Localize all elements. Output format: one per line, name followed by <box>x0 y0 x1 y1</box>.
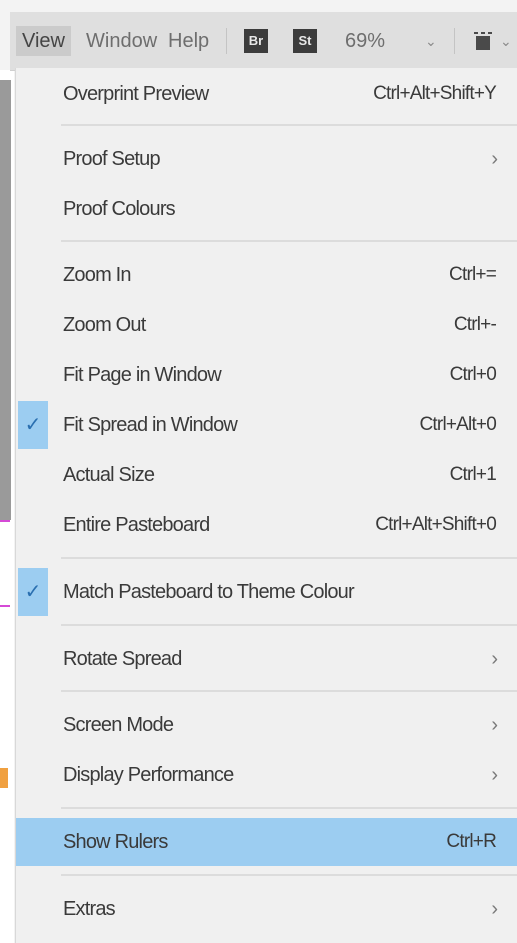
menu-window[interactable]: Window <box>80 26 163 56</box>
chevron-right-icon: › <box>491 898 498 920</box>
menu-item-display-performance[interactable]: Display Performance › <box>16 751 517 799</box>
menu-item-label: Proof Setup <box>63 148 161 170</box>
menu-item-zoom-out[interactable]: Zoom Out Ctrl+- <box>16 301 517 349</box>
guide-mark <box>0 605 10 607</box>
menu-separator <box>61 240 517 242</box>
menu-separator <box>61 874 517 876</box>
menu-item-label: Zoom In <box>63 264 132 286</box>
menu-item-entire-pasteboard[interactable]: Entire Pasteboard Ctrl+Alt+Shift+0 <box>16 501 517 549</box>
menubar-divider <box>226 28 227 54</box>
menu-separator <box>61 807 517 809</box>
menu-item-shortcut: Ctrl+Alt+0 <box>419 414 497 435</box>
menu-item-fit-spread[interactable]: ✓ Fit Spread in Window Ctrl+Alt+0 <box>16 401 517 449</box>
menu-item-label: Screen Mode <box>63 714 174 736</box>
menu-bar: View Window Help Br St 69% ⌄ ⌄ <box>10 12 517 71</box>
menu-item-label: Rotate Spread <box>63 648 182 670</box>
menu-view[interactable]: View <box>16 26 71 56</box>
menu-separator <box>61 690 517 692</box>
menu-item-match-pasteboard[interactable]: ✓ Match Pasteboard to Theme Colour <box>16 568 517 616</box>
checkmark-icon: ✓ <box>18 401 48 449</box>
view-menu: Overprint Preview Ctrl+Alt+Shift+Y Proof… <box>15 68 517 943</box>
menu-item-shortcut: Ctrl+Alt+Shift+0 <box>375 514 497 535</box>
menu-item-label: Show Rulers <box>63 831 168 853</box>
menu-item-proof-colours[interactable]: Proof Colours <box>16 185 517 233</box>
checkmark-icon: ✓ <box>18 568 48 616</box>
menu-item-shortcut: Ctrl+= <box>449 264 497 285</box>
chevron-right-icon: › <box>491 148 498 170</box>
stock-button[interactable]: St <box>293 29 317 53</box>
app-window: View Window Help Br St 69% ⌄ ⌄ Overprint… <box>0 0 517 943</box>
menu-help[interactable]: Help <box>162 26 215 56</box>
menu-item-rotate-spread[interactable]: Rotate Spread › <box>16 635 517 683</box>
menu-item-shortcut: Ctrl+0 <box>449 364 497 385</box>
menu-item-proof-setup[interactable]: Proof Setup › <box>16 135 517 183</box>
menu-item-label: Extras <box>63 898 116 920</box>
chevron-down-icon[interactable]: ⌄ <box>425 26 437 56</box>
chevron-right-icon: › <box>491 648 498 670</box>
menu-item-screen-mode[interactable]: Screen Mode › <box>16 701 517 749</box>
document-pasteboard-edge <box>0 80 11 520</box>
menu-item-label: Zoom Out <box>63 314 146 336</box>
menu-item-label: Entire Pasteboard <box>63 514 210 536</box>
menu-item-shortcut: Ctrl+Alt+Shift+Y <box>373 83 497 104</box>
guide-mark <box>0 520 10 522</box>
menu-item-label: Actual Size <box>63 464 155 486</box>
menu-item-zoom-in[interactable]: Zoom In Ctrl+= <box>16 251 517 299</box>
menu-item-actual-size[interactable]: Actual Size Ctrl+1 <box>16 451 517 499</box>
menu-item-shortcut: Ctrl+R <box>446 831 496 852</box>
menu-separator <box>61 624 517 626</box>
menu-separator <box>61 557 517 559</box>
menu-item-label: Proof Colours <box>63 198 176 220</box>
chevron-right-icon: › <box>491 764 498 786</box>
menu-item-shortcut: Ctrl+1 <box>449 464 497 485</box>
menu-item-label: Fit Spread in Window <box>63 414 238 436</box>
menu-separator <box>61 124 517 126</box>
menubar-divider <box>454 28 455 54</box>
menu-item-overprint-preview[interactable]: Overprint Preview Ctrl+Alt+Shift+Y <box>16 70 517 118</box>
menu-item-show-rulers[interactable]: Show Rulers Ctrl+R <box>16 818 517 866</box>
frame-edge-mark <box>0 768 8 788</box>
menu-item-extras[interactable]: Extras › <box>16 885 517 933</box>
menu-item-fit-page[interactable]: Fit Page in Window Ctrl+0 <box>16 351 517 399</box>
menu-item-label: Overprint Preview <box>63 83 209 105</box>
menu-item-label: Display Performance <box>63 764 234 786</box>
zoom-level-field[interactable]: 69% <box>345 26 385 56</box>
chevron-down-icon[interactable]: ⌄ <box>500 26 512 56</box>
bridge-button[interactable]: Br <box>244 29 268 53</box>
menu-item-shortcut: Ctrl+- <box>453 314 497 335</box>
screen-mode-icon[interactable] <box>472 30 494 52</box>
menu-item-label: Match Pasteboard to Theme Colour <box>63 581 355 603</box>
menu-item-label: Fit Page in Window <box>63 364 222 386</box>
chevron-right-icon: › <box>491 714 498 736</box>
